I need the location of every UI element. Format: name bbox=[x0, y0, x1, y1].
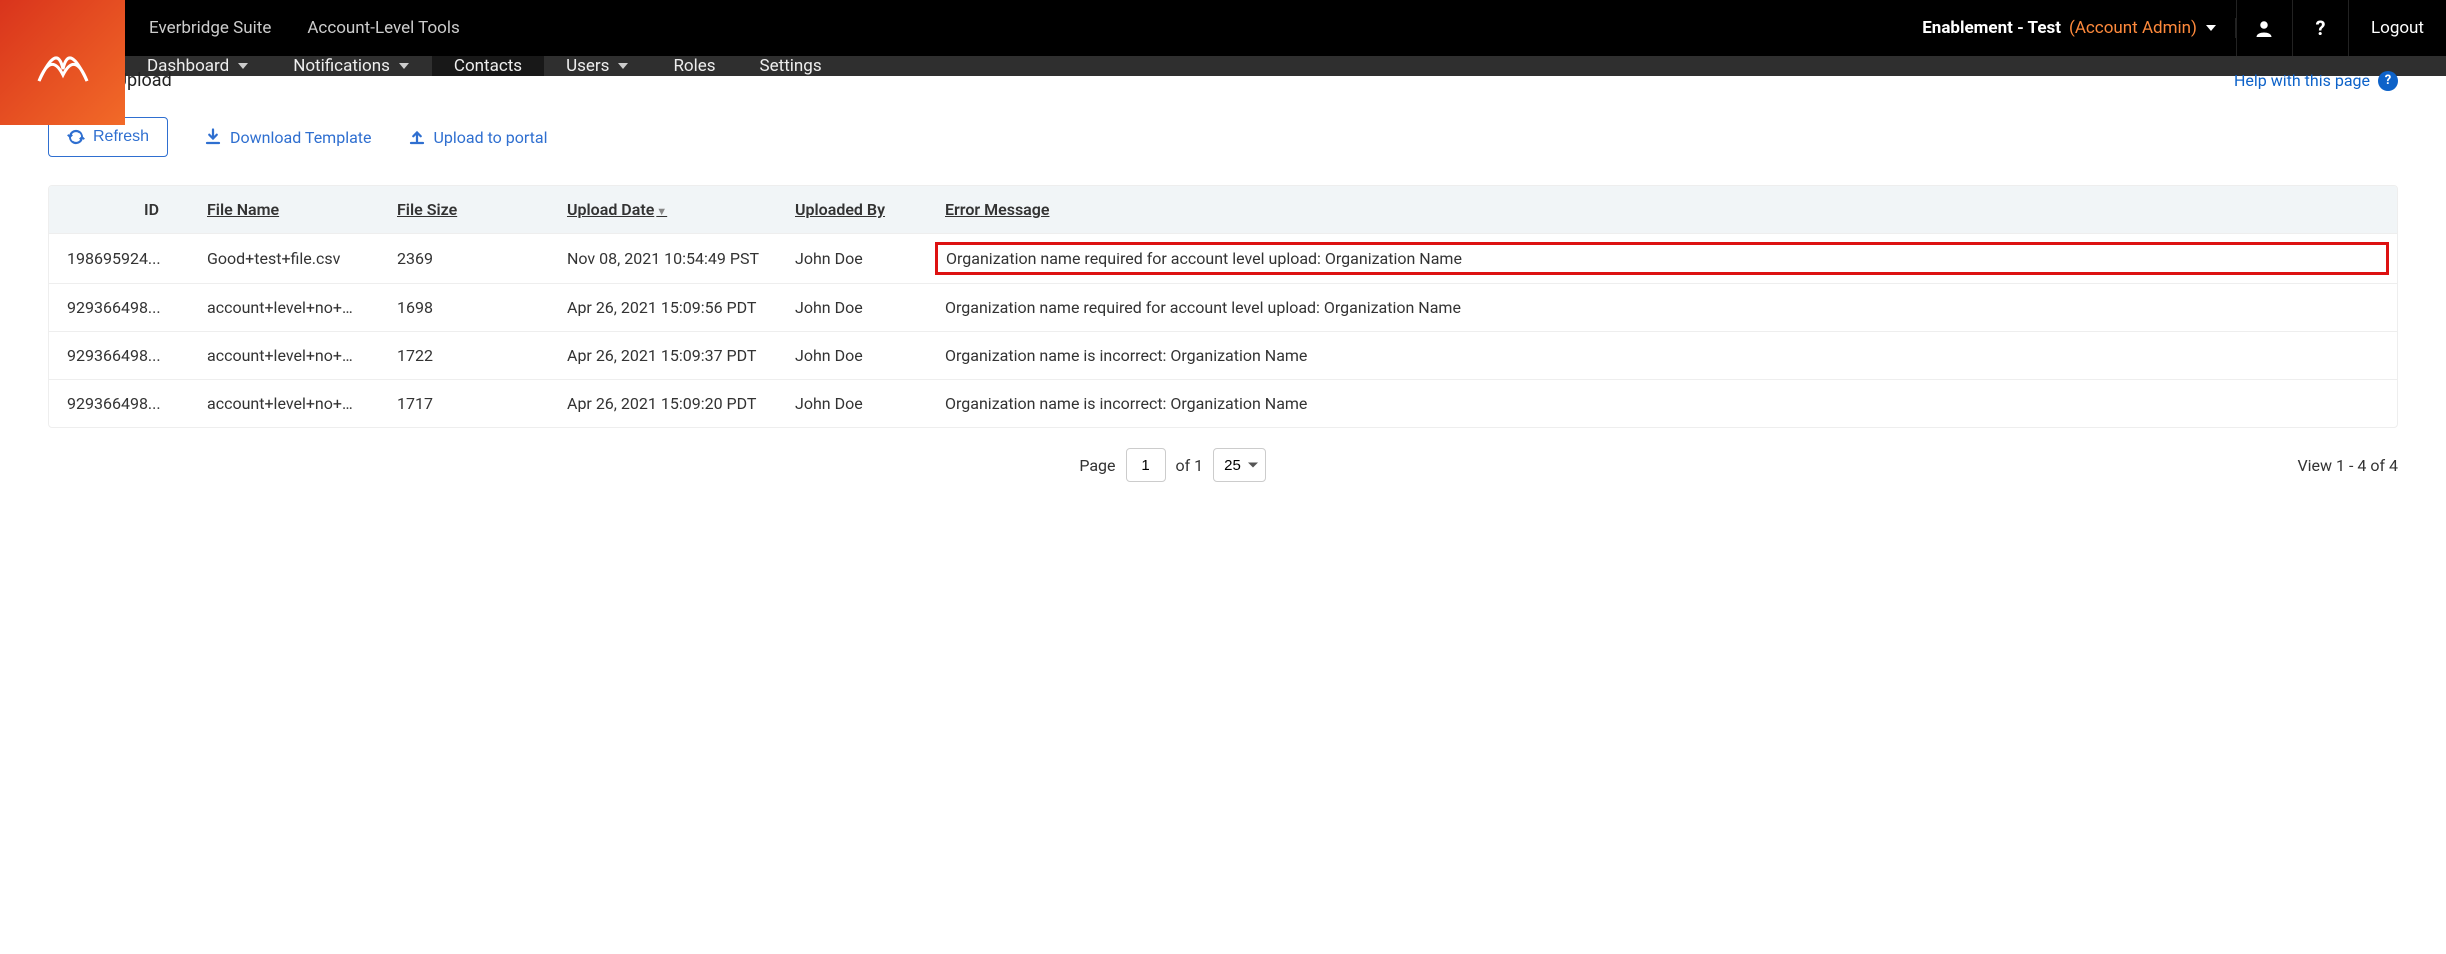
cell-error: Organization name required for account l… bbox=[927, 234, 2397, 284]
cell-size: 1698 bbox=[379, 284, 549, 332]
topbar-links: Everbridge Suite Account-Level Tools bbox=[125, 18, 460, 38]
cell-date: Nov 08, 2021 10:54:49 PST bbox=[549, 234, 777, 284]
pager-summary: View 1 - 4 of 4 bbox=[2297, 456, 2398, 475]
cell-file: account+level+no+or... bbox=[189, 284, 379, 332]
error-highlight: Organization name required for account l… bbox=[935, 242, 2389, 275]
brand-logo[interactable] bbox=[0, 0, 125, 125]
col-id[interactable]: ID bbox=[49, 186, 189, 234]
refresh-icon bbox=[67, 128, 85, 146]
table-row: 198695924...Good+test+file.csv2369Nov 08… bbox=[49, 234, 2397, 284]
cell-id: 929366498... bbox=[49, 332, 189, 380]
cell-date: Apr 26, 2021 15:09:37 PDT bbox=[549, 332, 777, 380]
chevron-down-icon bbox=[398, 60, 410, 72]
col-uploaded-by[interactable]: Uploaded By bbox=[777, 186, 927, 234]
download-icon bbox=[204, 128, 222, 146]
pager-per-page-select[interactable]: 25 bbox=[1213, 448, 1266, 482]
cell-id: 198695924... bbox=[49, 234, 189, 284]
cell-id: 929366498... bbox=[49, 380, 189, 428]
pager-page-input[interactable] bbox=[1126, 448, 1166, 482]
nav-contacts[interactable]: Contacts bbox=[432, 56, 544, 76]
top-bar: Everbridge Suite Account-Level Tools Ena… bbox=[0, 0, 2446, 56]
nav-roles[interactable]: Roles bbox=[651, 56, 737, 76]
download-template-link[interactable]: Download Template bbox=[204, 128, 371, 147]
pager-of-label: of 1 bbox=[1176, 456, 1204, 475]
table-body: 198695924...Good+test+file.csv2369Nov 08… bbox=[49, 234, 2397, 428]
question-icon: ? bbox=[2315, 16, 2325, 40]
cell-error: Organization name required for account l… bbox=[927, 284, 2397, 332]
upload-portal-link[interactable]: Upload to portal bbox=[408, 128, 548, 147]
cell-file: Good+test+file.csv bbox=[189, 234, 379, 284]
cell-by: John Doe bbox=[777, 380, 927, 428]
account-role: (Account Admin) bbox=[2069, 18, 2197, 38]
cell-date: Apr 26, 2021 15:09:56 PDT bbox=[549, 284, 777, 332]
chevron-down-icon bbox=[617, 60, 629, 72]
topbar-row: Everbridge Suite Account-Level Tools Ena… bbox=[125, 0, 2446, 56]
cell-size: 1717 bbox=[379, 380, 549, 428]
cell-by: John Doe bbox=[777, 284, 927, 332]
suite-link[interactable]: Everbridge Suite bbox=[149, 18, 271, 38]
cell-file: account+level+no+or... bbox=[189, 332, 379, 380]
cell-file: account+level+no+or... bbox=[189, 380, 379, 428]
everbridge-logo-icon bbox=[33, 33, 93, 93]
nav-users[interactable]: Users bbox=[544, 56, 651, 76]
table-row: 929366498...account+level+no+or...1698Ap… bbox=[49, 284, 2397, 332]
help-link[interactable]: Help with this page ? bbox=[2234, 71, 2398, 91]
logout-link[interactable]: Logout bbox=[2348, 0, 2446, 56]
uploads-table: ID File Name File Size Upload Date▼ Uplo… bbox=[48, 185, 2398, 428]
profile-button[interactable] bbox=[2236, 0, 2292, 56]
pager-page-label: Page bbox=[1079, 456, 1115, 475]
download-label: Download Template bbox=[230, 128, 371, 147]
cell-error: Organization name is incorrect: Organiza… bbox=[927, 380, 2397, 428]
chevron-down-icon bbox=[237, 60, 249, 72]
table-row: 929366498...account+level+no+or...1717Ap… bbox=[49, 380, 2397, 428]
pager-controls: Page of 1 25 bbox=[1079, 448, 1266, 482]
nav-users-label: Users bbox=[566, 56, 609, 76]
nav-roles-label: Roles bbox=[673, 56, 715, 76]
chevron-down-icon bbox=[2205, 22, 2217, 34]
upload-icon bbox=[408, 128, 426, 146]
refresh-label: Refresh bbox=[93, 128, 149, 146]
cell-error: Organization name is incorrect: Organiza… bbox=[927, 332, 2397, 380]
nav-contacts-label: Contacts bbox=[454, 56, 522, 76]
upload-label: Upload to portal bbox=[434, 128, 548, 147]
cell-by: John Doe bbox=[777, 234, 927, 284]
nav-notifications-label: Notifications bbox=[293, 56, 390, 76]
sort-desc-icon: ▼ bbox=[656, 205, 667, 218]
table-header-row: ID File Name File Size Upload Date▼ Uplo… bbox=[49, 186, 2397, 234]
account-tools-link[interactable]: Account-Level Tools bbox=[307, 18, 459, 38]
cell-size: 1722 bbox=[379, 332, 549, 380]
col-upload-date-label: Upload Date bbox=[567, 200, 654, 219]
cell-date: Apr 26, 2021 15:09:20 PDT bbox=[549, 380, 777, 428]
pagination: Page of 1 25 View 1 - 4 of 4 bbox=[0, 428, 2446, 512]
cell-size: 2369 bbox=[379, 234, 549, 284]
nav-settings-label: Settings bbox=[760, 56, 822, 76]
help-link-label: Help with this page bbox=[2234, 71, 2370, 90]
table-row: 929366498...account+level+no+or...1722Ap… bbox=[49, 332, 2397, 380]
nav-notifications[interactable]: Notifications bbox=[271, 56, 432, 76]
col-file-size[interactable]: File Size bbox=[379, 186, 549, 234]
account-name: Enablement - Test bbox=[1922, 18, 2061, 38]
cell-by: John Doe bbox=[777, 332, 927, 380]
help-button[interactable]: ? bbox=[2292, 0, 2348, 56]
page-body: Contact Upload Help with this page ? Ref… bbox=[0, 56, 2446, 428]
user-icon bbox=[2255, 19, 2273, 37]
col-file-name[interactable]: File Name bbox=[189, 186, 379, 234]
primary-nav: Dashboard Notifications Contacts Users R… bbox=[125, 56, 2446, 76]
col-error-message[interactable]: Error Message bbox=[927, 186, 2397, 234]
toolbar: Refresh Download Template Upload to port… bbox=[48, 117, 2398, 157]
nav-settings[interactable]: Settings bbox=[738, 56, 844, 76]
col-upload-date[interactable]: Upload Date▼ bbox=[549, 186, 777, 234]
account-switcher[interactable]: Enablement - Test (Account Admin) bbox=[1904, 18, 2236, 38]
help-icon: ? bbox=[2378, 71, 2398, 91]
cell-id: 929366498... bbox=[49, 284, 189, 332]
topbar-content: Everbridge Suite Account-Level Tools Ena… bbox=[125, 0, 2446, 56]
